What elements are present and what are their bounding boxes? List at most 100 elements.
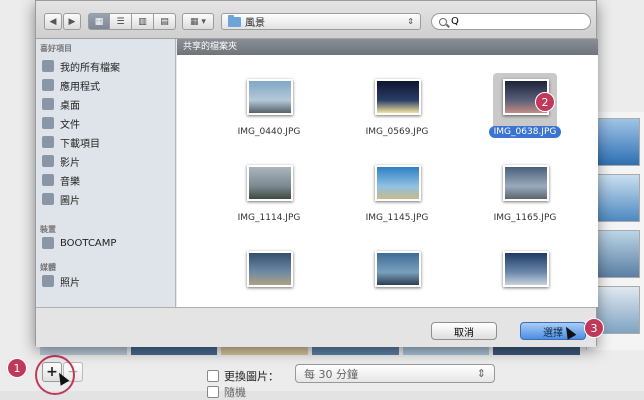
sidebar-item[interactable]: 應用程式 [42, 76, 172, 94]
image-thumbnail[interactable] [247, 165, 293, 201]
column-view-button[interactable]: ▥ [132, 13, 154, 30]
image-thumbnail[interactable] [503, 251, 549, 287]
step-badge-3: 3 [584, 318, 604, 338]
back-button[interactable]: ◀ [44, 13, 62, 30]
dialog-toolbar: ◀ ▶ ▦ ☰ ▥ ▤ ▦ ▾ 風景 ⇕ [36, 1, 596, 39]
image-thumbnail[interactable] [247, 251, 293, 287]
coverflow-icon: ▤ [160, 16, 169, 27]
change-picture-checkbox[interactable] [207, 370, 219, 382]
change-picture-label: 更換圖片： [224, 370, 279, 383]
desktop-thumb[interactable] [592, 230, 640, 278]
disk-icon [42, 237, 54, 249]
content-header: 共享的檔案夾 [177, 39, 598, 55]
sidebar-item-label: BOOTCAMP [60, 237, 117, 249]
dialog-footer: 取消 選擇 [36, 307, 596, 347]
file-name: IMG_0638.JPG [475, 126, 575, 138]
image-thumbnail[interactable] [375, 165, 421, 201]
sidebar-section-header: 喜好項目 [40, 44, 72, 53]
file-item[interactable]: IMG_1114.JPG [219, 159, 319, 244]
photos-icon [42, 275, 54, 287]
view-mode-group: ▦ ☰ ▥ ▤ [88, 13, 176, 30]
search-field[interactable] [431, 13, 591, 30]
sidebar-item-label: 下載項目 [60, 138, 100, 150]
search-input[interactable] [451, 16, 581, 27]
image-thumbnail[interactable] [375, 79, 421, 115]
icon-view-button[interactable]: ▦ [88, 13, 110, 30]
sidebar-item[interactable]: BOOTCAMP [42, 234, 172, 252]
sidebar-item[interactable]: 照片 [42, 272, 172, 290]
applications-icon [42, 79, 54, 91]
chevron-left-icon: ◀ [49, 16, 57, 27]
sidebar-item-label: 應用程式 [60, 81, 100, 93]
sidebar-item[interactable]: 下載項目 [42, 133, 172, 151]
file-browser: 共享的檔案夾 IMG_0440.JPG IMG_0569.JPG IMG_0638.… [177, 39, 598, 307]
image-thumbnail[interactable] [375, 251, 421, 287]
columns-icon: ▥ [138, 16, 147, 27]
arrange-button[interactable]: ▦ ▾ [182, 13, 214, 30]
change-picture-row[interactable]: 更換圖片： [207, 368, 279, 384]
desktop-thumb[interactable] [592, 118, 640, 166]
step-badge-1: 1 [7, 358, 27, 378]
file-item[interactable] [347, 245, 447, 307]
sidebar-item[interactable]: 音樂 [42, 171, 172, 189]
file-name: IMG_1114.JPG [219, 213, 319, 223]
forward-button[interactable]: ▶ [63, 13, 81, 30]
file-item[interactable]: IMG_0638.JPG [475, 73, 575, 158]
file-name-text: IMG_1114.JPG [237, 213, 301, 223]
downloads-icon [42, 136, 54, 148]
sidebar-item-label: 照片 [60, 277, 80, 289]
step-badge-2: 2 [535, 92, 555, 112]
random-order-row[interactable]: 隨機 [207, 384, 246, 400]
list-view-button[interactable]: ☰ [110, 13, 132, 30]
location-popup[interactable]: 風景 ⇕ [221, 13, 421, 30]
image-thumbnail[interactable] [503, 165, 549, 201]
chevron-right-icon: ▶ [68, 16, 76, 27]
image-thumbnail[interactable] [247, 79, 293, 115]
list-icon: ☰ [116, 16, 125, 27]
file-name-text: IMG_1165.JPG [493, 213, 557, 223]
file-item[interactable] [475, 245, 575, 307]
interval-value: 每 30 分鐘 [304, 367, 358, 381]
sidebar-item-label: 影片 [60, 157, 80, 169]
pictures-icon [42, 193, 54, 205]
sidebar-item-label: 我的所有檔案 [60, 62, 120, 74]
movies-icon [42, 155, 54, 167]
all-files-icon [42, 60, 54, 72]
file-name-text: IMG_0569.JPG [365, 127, 429, 137]
sidebar-item-label: 音樂 [60, 176, 80, 188]
file-item[interactable]: IMG_0569.JPG [347, 73, 447, 158]
file-item[interactable]: IMG_1165.JPG [475, 159, 575, 244]
music-icon [42, 174, 54, 186]
file-item[interactable] [219, 245, 319, 307]
updown-arrow-icon: ⇕ [407, 17, 414, 26]
file-name: IMG_1165.JPG [475, 213, 575, 223]
file-name-text: IMG_0440.JPG [237, 127, 301, 137]
file-name-text: IMG_0638.JPG [488, 126, 562, 138]
file-name: IMG_1145.JPG [347, 213, 447, 223]
file-item[interactable]: IMG_1145.JPG [347, 159, 447, 244]
cancel-button[interactable]: 取消 [431, 322, 497, 340]
documents-icon [42, 117, 54, 129]
grid-icon: ▦ [94, 16, 104, 27]
sidebar-item[interactable]: 圖片 [42, 190, 172, 208]
location-label: 風景 [245, 18, 265, 29]
choose-button[interactable]: 選擇 [520, 322, 586, 340]
sidebar-item[interactable]: 我的所有檔案 [42, 57, 172, 75]
interval-select[interactable]: 每 30 分鐘 ⇕ [295, 364, 495, 383]
desktop-icon [42, 98, 54, 110]
random-order-label: 隨機 [224, 386, 246, 399]
open-dialog-sheet: ◀ ▶ ▦ ☰ ▥ ▤ ▦ ▾ 風景 ⇕ 喜好項目我的所有檔案應用程式桌面文件下… [35, 0, 598, 347]
random-order-checkbox[interactable] [207, 386, 219, 398]
file-name: IMG_0440.JPG [219, 127, 319, 137]
coverflow-view-button[interactable]: ▤ [154, 13, 176, 30]
sidebar-item[interactable]: 文件 [42, 114, 172, 132]
desktop-thumb[interactable] [592, 174, 640, 222]
file-item[interactable]: IMG_0440.JPG [219, 73, 319, 158]
sidebar-item[interactable]: 桌面 [42, 95, 172, 113]
sidebar: 喜好項目 我的所有檔案 應用程式 桌面 文件 下載項目 影片 音樂 圖片 裝置 BOOTCAMP 媒體… [36, 39, 176, 307]
sidebar-item-label: 文件 [60, 119, 80, 131]
sidebar-item[interactable]: 影片 [42, 152, 172, 170]
file-name-text: IMG_1145.JPG [365, 213, 429, 223]
file-name: IMG_0569.JPG [347, 127, 447, 137]
updown-arrow-icon: ⇕ [476, 367, 486, 380]
